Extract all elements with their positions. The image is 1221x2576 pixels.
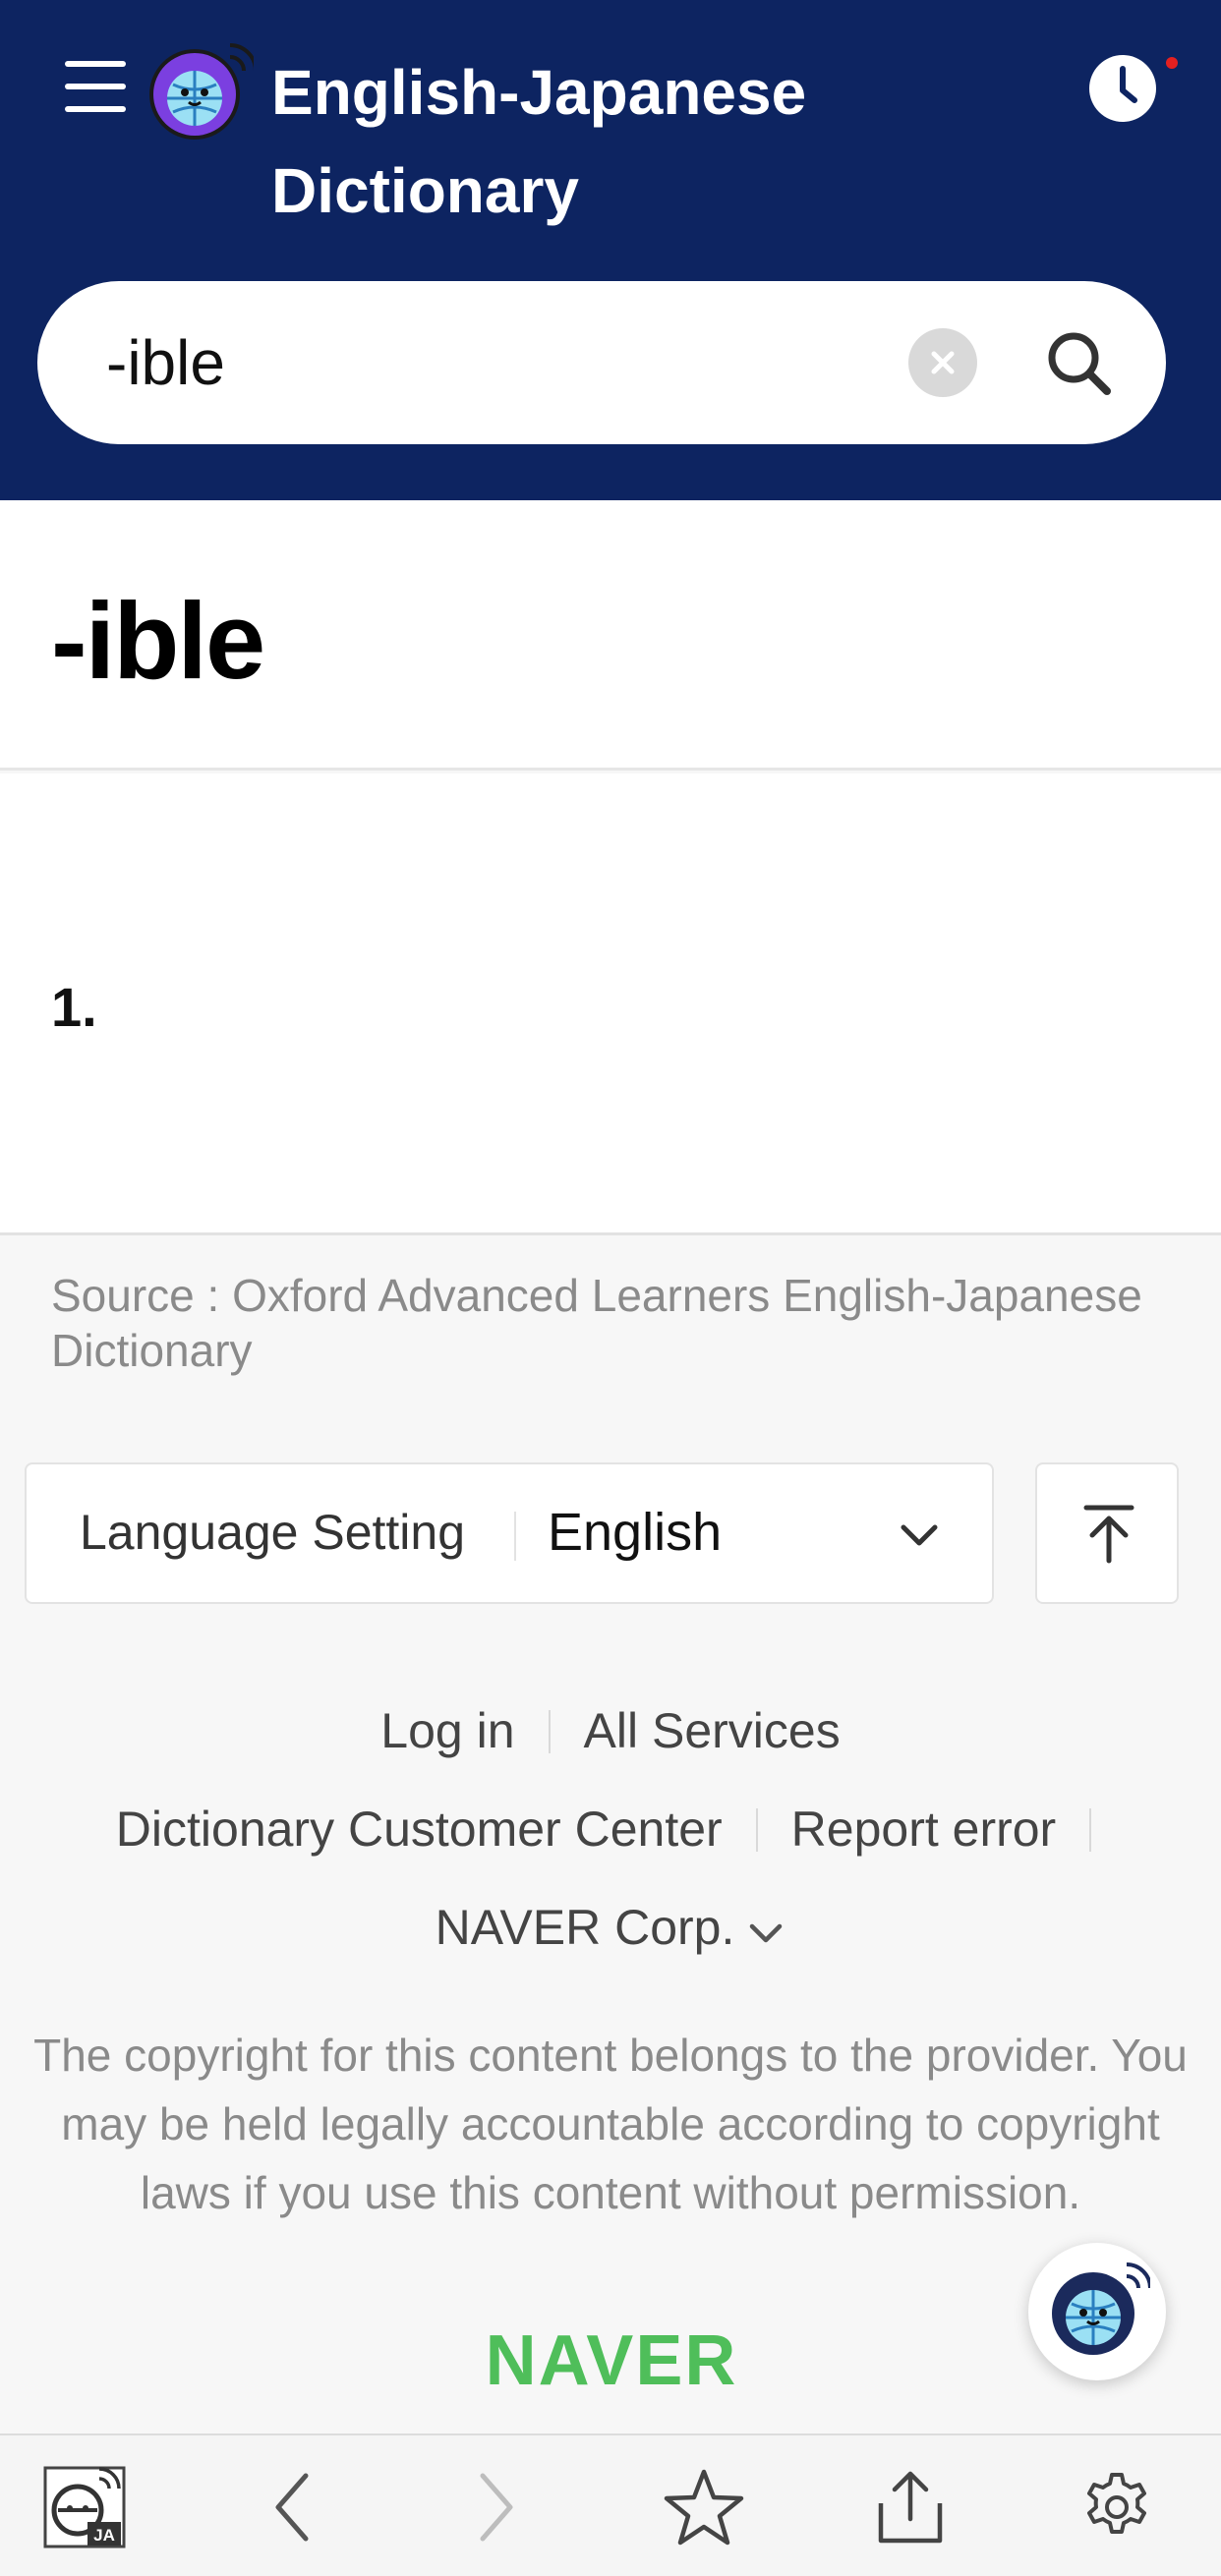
- bottom-toolbar: JA: [0, 2433, 1221, 2576]
- back-arrow-icon[interactable]: [234, 2435, 352, 2576]
- hamburger-icon[interactable]: [61, 57, 130, 116]
- dictionary-mascot-icon: [1052, 2262, 1150, 2355]
- divider: [1089, 1808, 1092, 1852]
- star-icon[interactable]: [645, 2435, 763, 2576]
- company-name: NAVER Corp.: [435, 1900, 735, 1955]
- page: English-Japanese Dictionary -ible -ible …: [0, 0, 1221, 2576]
- mascot-floating-button[interactable]: [1028, 2243, 1166, 2380]
- source-credit: Source : Oxford Advanced Learners Englis…: [51, 1270, 1142, 1376]
- customer-center-link[interactable]: Dictionary Customer Center: [116, 1795, 723, 1863]
- dictionary-logo-icon[interactable]: [145, 37, 258, 145]
- notification-dot: [1166, 57, 1178, 69]
- sense-number: 1.: [51, 976, 97, 1038]
- settings-gear-icon[interactable]: [1058, 2435, 1176, 2576]
- clear-x-icon[interactable]: [908, 328, 977, 397]
- search-bar: [37, 281, 1166, 444]
- login-link[interactable]: Log in: [380, 1696, 514, 1765]
- share-icon[interactable]: [851, 2435, 969, 2576]
- scroll-to-top-button[interactable]: [1035, 1462, 1179, 1604]
- ja-dictionary-icon[interactable]: JA: [26, 2435, 144, 2576]
- language-setting-label: Language Setting: [80, 1505, 466, 1560]
- app-title: English-Japanese Dictionary: [271, 57, 807, 226]
- footer-links-row-2: Dictionary Customer Center Report error: [0, 1795, 1221, 1863]
- company-info-toggle[interactable]: NAVER Corp.: [0, 1893, 1221, 1966]
- naver-logo[interactable]: NAVER: [464, 2321, 759, 2400]
- entry-headword: -ible: [51, 581, 265, 702]
- search-input[interactable]: [106, 316, 873, 409]
- arrow-up-to-top-icon: [1083, 1505, 1134, 1564]
- language-selected-value: English: [548, 1503, 723, 1562]
- entry-header: -ible: [0, 500, 1221, 771]
- forward-arrow-icon[interactable]: [436, 2435, 554, 2576]
- chevron-down-icon: [896, 1516, 943, 1555]
- all-services-link[interactable]: All Services: [584, 1696, 841, 1765]
- copyright-notice: The copyright for this content belongs t…: [33, 2030, 1188, 2218]
- footer-links-row-1: Log in All Services: [0, 1696, 1221, 1765]
- search-icon[interactable]: [1040, 324, 1119, 403]
- app-header: English-Japanese Dictionary: [0, 0, 1221, 500]
- divider: [514, 1512, 516, 1561]
- history-clock-icon[interactable]: [1087, 53, 1158, 124]
- svg-text:JA: JA: [93, 2526, 115, 2545]
- chevron-down-icon: [746, 1897, 785, 1966]
- report-error-link[interactable]: Report error: [791, 1795, 1057, 1863]
- language-select[interactable]: Language Setting English: [25, 1462, 994, 1604]
- divider: [755, 1808, 758, 1852]
- entry-definitions: 1.: [0, 773, 1221, 1235]
- divider: [548, 1710, 551, 1753]
